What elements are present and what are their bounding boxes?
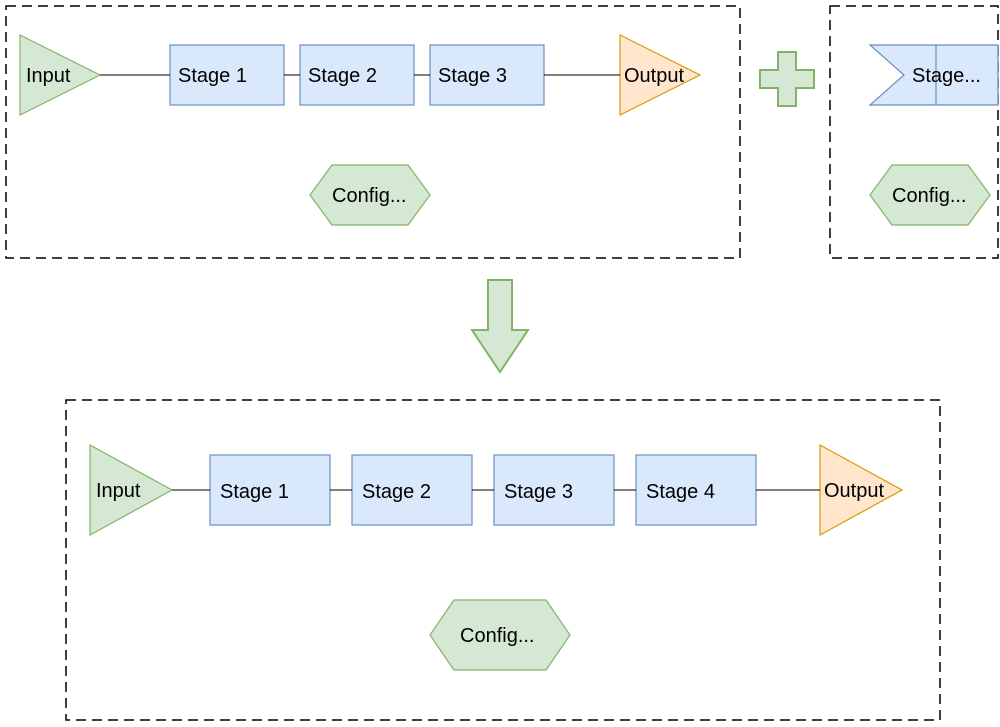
stage-label: Stage 3 (438, 65, 507, 87)
pipeline-box-bottom (66, 400, 940, 720)
stage-label: Stage 4 (646, 481, 715, 503)
config-node-bottom[interactable]: Config... (430, 600, 570, 670)
down-arrow-icon (472, 280, 528, 372)
stage-2-bottom[interactable]: Stage 2 (352, 455, 472, 525)
stage-3-bottom[interactable]: Stage 3 (494, 455, 614, 525)
stage-2-top[interactable]: Stage 2 (300, 45, 414, 105)
config-node-topleft[interactable]: Config... (310, 165, 430, 225)
config-label: Config... (332, 185, 406, 207)
stage-4-bottom[interactable]: Stage 4 (636, 455, 756, 525)
diagram-canvas: Input Stage 1 Stage 2 Stage 3 Output Con… (0, 0, 1000, 727)
input-label: Input (96, 480, 141, 502)
output-node-bottom[interactable]: Output (820, 445, 902, 535)
stage-label: Stage 1 (178, 65, 247, 87)
stage-1-bottom[interactable]: Stage 1 (210, 455, 330, 525)
stage-label: Stage... (912, 65, 981, 87)
stage-3-top[interactable]: Stage 3 (430, 45, 544, 105)
input-label: Input (26, 65, 71, 87)
output-label: Output (624, 65, 684, 87)
input-node-bottom[interactable]: Input (90, 445, 172, 535)
config-label: Config... (460, 625, 534, 647)
stage-label: Stage 1 (220, 481, 289, 503)
input-node-top[interactable]: Input (20, 35, 100, 115)
output-label: Output (824, 480, 884, 502)
stage-label: Stage 2 (362, 481, 431, 503)
stage-label: Stage 3 (504, 481, 573, 503)
config-node-topright[interactable]: Config... (870, 165, 990, 225)
stage-1-top[interactable]: Stage 1 (170, 45, 284, 105)
output-node-top[interactable]: Output (620, 35, 700, 115)
config-label: Config... (892, 185, 966, 207)
stage-extra[interactable]: Stage... (870, 45, 998, 105)
plus-icon (760, 52, 814, 106)
stage-label: Stage 2 (308, 65, 377, 87)
